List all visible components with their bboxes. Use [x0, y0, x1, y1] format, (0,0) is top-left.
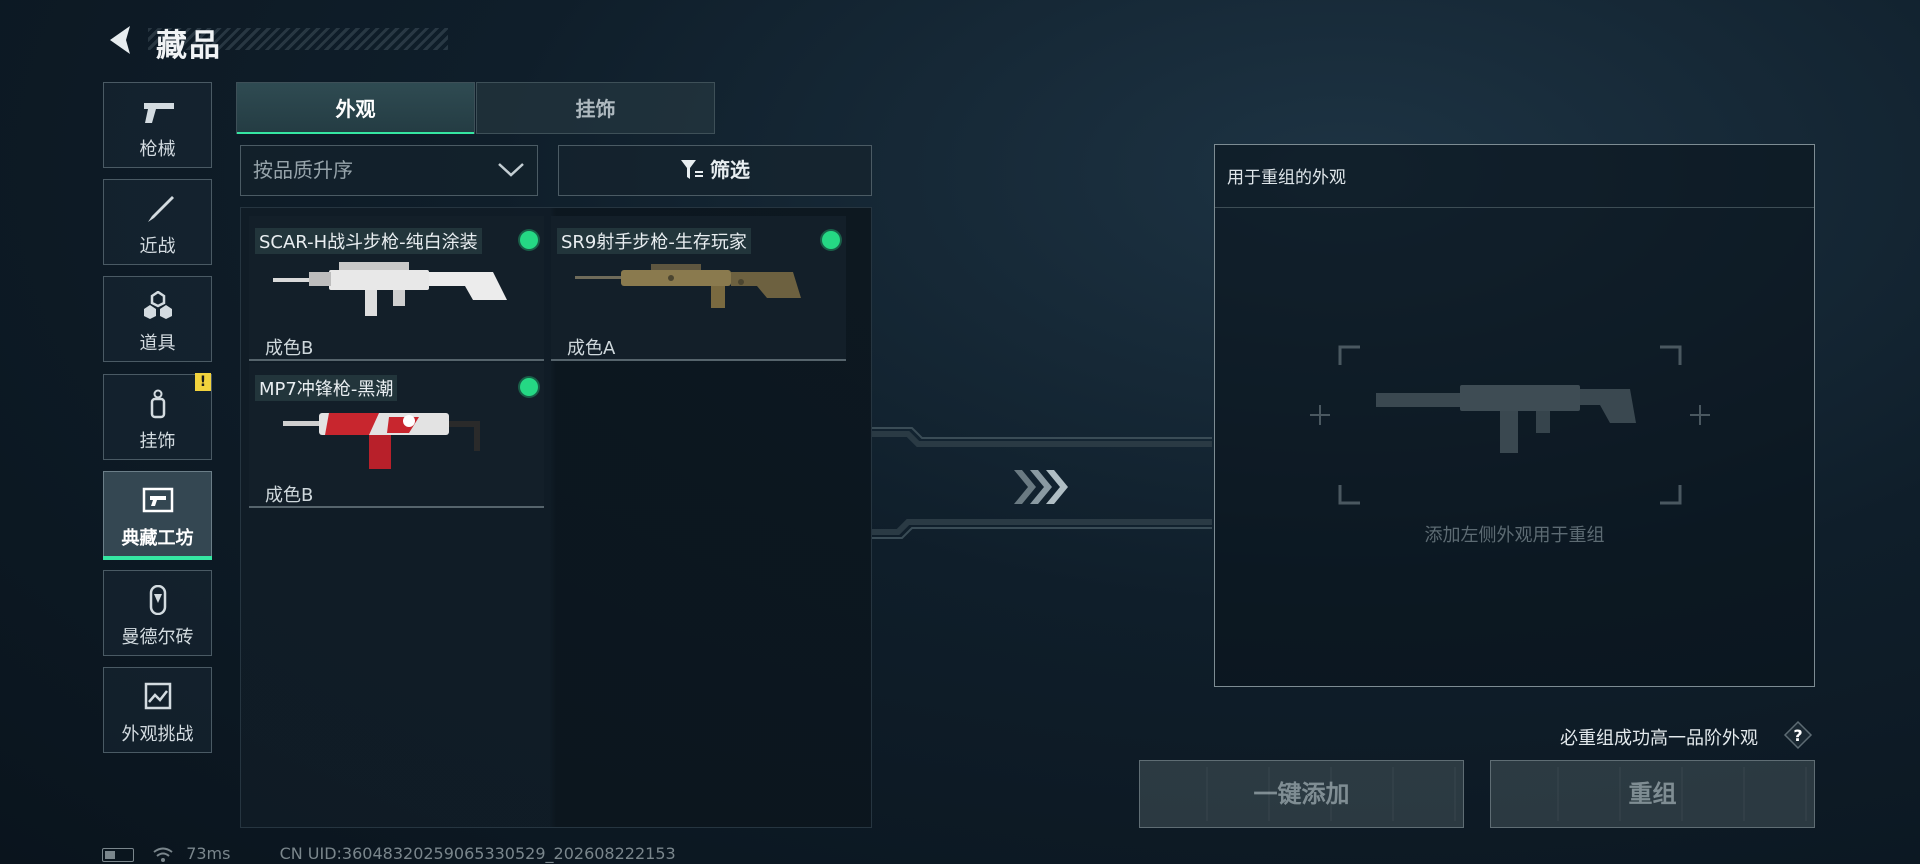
nav-label: 外观挑战	[121, 724, 194, 745]
nav-label: 曼德尔砖	[121, 627, 194, 648]
status-dot	[520, 378, 538, 396]
grenade-icon	[144, 291, 172, 319]
wifi-icon	[153, 847, 173, 862]
button-label: 一键添加	[1253, 780, 1350, 808]
challenge-icon	[144, 682, 172, 710]
sr9-weapon-image	[575, 264, 801, 308]
nav-item-mandel-brick[interactable]: 曼德尔砖	[103, 570, 212, 656]
status-dot	[822, 231, 840, 249]
item-card-sr9[interactable]: SR9射手步枪-生存玩家 成色A	[551, 216, 846, 361]
user-uid: CN UID:3604832025906533052­9_20260822215…	[279, 844, 676, 863]
filter-label: 筛选	[710, 158, 750, 182]
status-dot	[520, 231, 538, 249]
recombine-panel: 用于重组的外观 添加左侧外观用于重组	[1214, 144, 1815, 687]
one-click-add-button[interactable]: 一键添加	[1139, 760, 1464, 828]
nav-label: 道具	[139, 333, 176, 354]
recombine-button[interactable]: 重组	[1490, 760, 1815, 828]
nav-label: 挂饰	[139, 431, 176, 452]
button-label: 重组	[1628, 780, 1677, 808]
item-card-scar-h[interactable]: SCAR-H战斗步枪-纯白涂装 成色B	[249, 216, 544, 361]
recombine-slot[interactable]	[1310, 345, 1710, 505]
filter-button[interactable]: 筛选	[558, 145, 872, 196]
nav-label: 近战	[139, 236, 176, 257]
back-arrow-icon[interactable]	[104, 22, 134, 58]
alert-badge: !	[195, 373, 211, 391]
panel-title: 用于重组的外观	[1227, 168, 1346, 188]
item-name: SR9射手步枪-生存玩家	[557, 228, 751, 254]
item-name: MP7冲锋枪-黑潮	[255, 375, 398, 401]
item-grid: SCAR-H战斗步枪-纯白涂装 成色B SR9射手步枪-生存玩家 成色A MP7…	[240, 207, 872, 828]
page-title: 藏品	[156, 28, 222, 64]
ping: 73ms	[186, 844, 231, 863]
filter-icon	[681, 159, 703, 179]
workshop-icon	[142, 487, 174, 513]
nav-item-props[interactable]: 道具	[103, 276, 212, 362]
chevron-down-icon	[498, 163, 524, 177]
divider	[1215, 207, 1814, 208]
tab-skin[interactable]: 外观	[236, 82, 475, 134]
status-bar: 73ms CN UID:3604832025906533052­9_202608…	[102, 844, 676, 863]
placeholder-text: 添加左侧外观用于重组	[1424, 525, 1605, 546]
chevron-right-arrows-icon	[1014, 470, 1068, 504]
tab-pendant[interactable]: 挂饰	[476, 82, 715, 134]
nav-item-firearms[interactable]: 枪械	[103, 82, 212, 168]
item-name: SCAR-H战斗步枪-纯白涂装	[255, 228, 482, 254]
item-grade: 成色B	[265, 338, 314, 359]
pistol-icon	[144, 103, 174, 123]
svg-text:?: ?	[1793, 726, 1802, 745]
battery-icon	[102, 847, 134, 862]
mandel-brick-icon	[149, 585, 167, 615]
nav-item-melee[interactable]: 近战	[103, 179, 212, 265]
nav-label: 枪械	[139, 139, 176, 160]
nav-item-skin-challenge[interactable]: 外观挑战	[103, 667, 212, 753]
item-grade: 成色A	[567, 338, 616, 359]
sort-value: 按品质升序	[253, 158, 353, 182]
mp7-weapon-image	[283, 413, 480, 469]
nav-label: 典藏工坊	[121, 528, 194, 549]
knife-icon	[148, 196, 174, 222]
nav-item-collection-workshop[interactable]: 典藏工坊	[103, 471, 212, 560]
recombine-hint: 必重组成功高一品阶外观	[1560, 728, 1758, 749]
pendant-icon	[150, 389, 166, 419]
sort-select[interactable]: 按品质升序	[240, 145, 538, 196]
nav-item-pendants[interactable]: 挂饰 !	[103, 373, 212, 460]
help-icon[interactable]: ?	[1783, 720, 1813, 750]
item-card-mp7[interactable]: MP7冲锋枪-黑潮 成色B	[249, 363, 544, 508]
item-grade: 成色B	[265, 485, 314, 506]
scar-h-weapon-image	[273, 262, 507, 316]
